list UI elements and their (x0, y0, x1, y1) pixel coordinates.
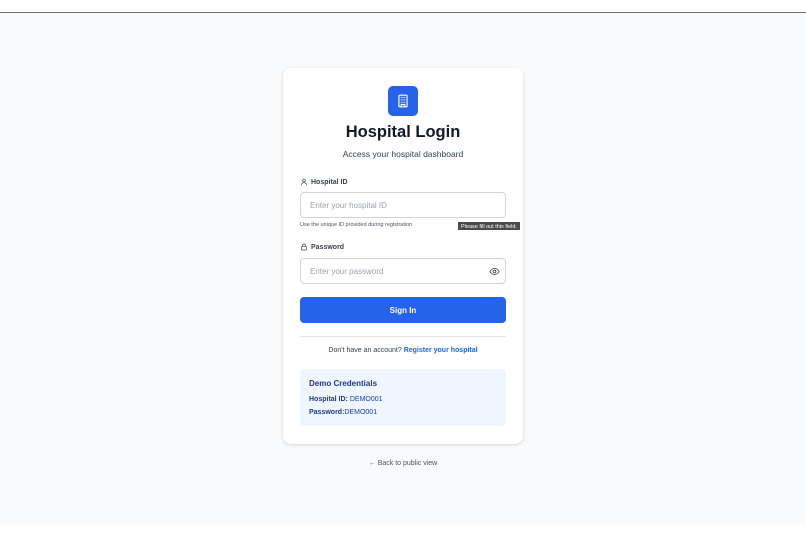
login-card: Hospital Login Access your hospital dash… (283, 68, 523, 444)
hospital-id-hint: Use the unique ID provided during regist… (300, 222, 413, 228)
demo-credentials-box: Demo Credentials Hospital ID: DEMO001 Pa… (300, 369, 506, 426)
password-label-text: Password (311, 243, 345, 251)
demo-password-value: DEMO001 (344, 409, 378, 416)
password-label: Password (300, 243, 344, 251)
demo-hospital-id-value: DEMO001 (349, 396, 383, 403)
lock-icon (300, 243, 308, 251)
register-prompt: Don't have an account? Register your hos… (283, 347, 523, 354)
page-title: Hospital Login (345, 123, 461, 141)
demo-password-label: Password: (309, 409, 345, 416)
page-subtitle: Access your hospital dashboard (342, 149, 464, 159)
demo-credentials-title: Demo Credentials (309, 379, 378, 388)
validation-tooltip: Please fill out this field. (457, 221, 521, 231)
show-password-eye-icon[interactable] (488, 265, 500, 277)
demo-hospital-id-label: Hospital ID: (309, 396, 348, 403)
register-link[interactable]: Register your hospital (404, 347, 478, 354)
demo-hospital-id: Hospital ID: DEMO001 (309, 396, 383, 403)
sign-in-button[interactable]: Sign In (300, 297, 506, 323)
divider (300, 336, 506, 337)
password-input[interactable] (300, 258, 506, 284)
top-strip (0, 0, 806, 13)
hospital-id-label: Hospital ID (300, 178, 348, 186)
demo-password: Password:DEMO001 (309, 409, 377, 416)
hospital-id-input[interactable] (300, 192, 506, 218)
user-icon (300, 178, 308, 186)
hospital-id-label-text: Hospital ID (311, 178, 348, 186)
bottom-strip (0, 523, 806, 537)
register-prompt-text: Don't have an account? (328, 347, 402, 354)
back-to-public-link[interactable]: ← Back to public view (0, 460, 806, 467)
building-icon (388, 86, 418, 116)
